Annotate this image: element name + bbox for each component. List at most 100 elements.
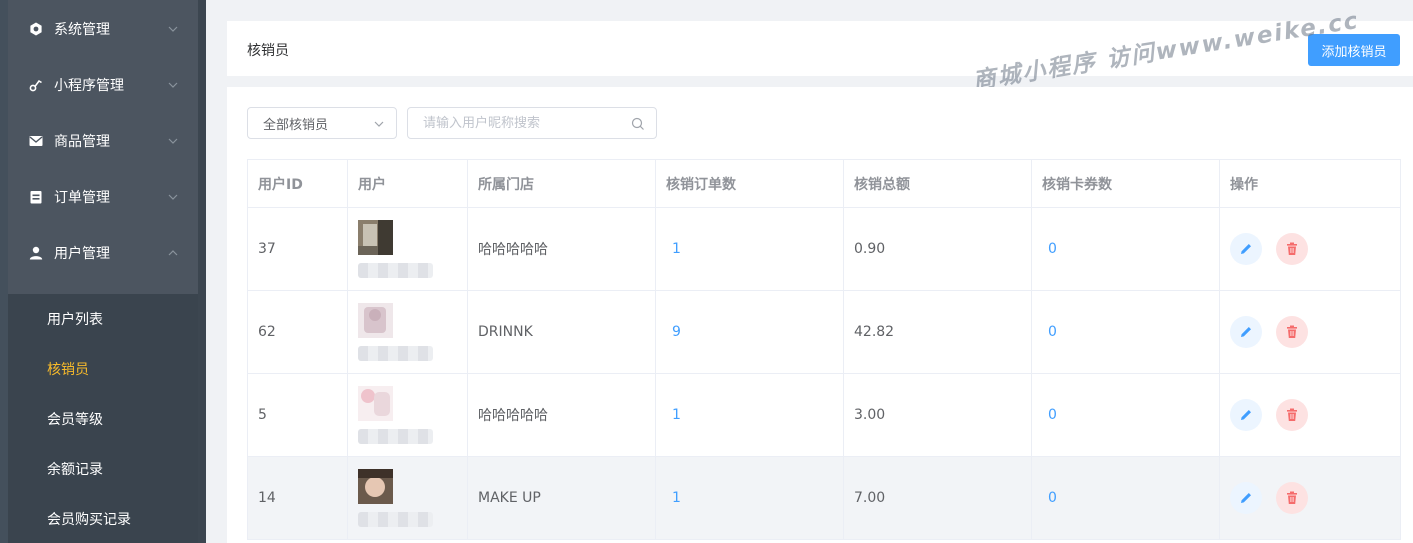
trash-icon bbox=[1287, 242, 1298, 255]
cell-total-amount: 0.90 bbox=[843, 207, 1032, 291]
cell-user-id: 37 bbox=[247, 207, 348, 291]
menu-orders[interactable]: 订单管理 bbox=[8, 169, 198, 225]
cell-total-amount: 3.00 bbox=[843, 373, 1032, 457]
submenu-label: 会员购买记录 bbox=[47, 512, 131, 528]
edit-button[interactable] bbox=[1230, 482, 1262, 514]
submenu-label: 用户列表 bbox=[47, 312, 103, 328]
column-header: 操作 bbox=[1219, 159, 1401, 208]
gear-icon bbox=[28, 21, 44, 37]
edit-button[interactable] bbox=[1230, 399, 1262, 431]
content-card: 全部核销员 用户ID 用户 所属门店 核销订单数 核销总额 核销卡券数 操作 3… bbox=[227, 87, 1413, 543]
select-value: 全部核销员 bbox=[263, 117, 329, 133]
pencil-icon bbox=[1241, 244, 1251, 254]
cell-actions bbox=[1219, 373, 1401, 457]
chevron-down-icon bbox=[168, 26, 178, 32]
search-icon[interactable] bbox=[631, 117, 645, 131]
mail-icon bbox=[28, 133, 44, 149]
search-input[interactable] bbox=[409, 109, 624, 137]
edit-button[interactable] bbox=[1230, 316, 1262, 348]
delete-button[interactable] bbox=[1276, 399, 1309, 431]
menu-label: 系统管理 bbox=[54, 22, 110, 38]
trash-icon bbox=[1287, 408, 1298, 421]
verifier-filter-select[interactable]: 全部核销员 bbox=[247, 107, 397, 139]
table-row: 37 哈哈哈哈哈 1 0.90 0 bbox=[247, 207, 1401, 291]
edit-button[interactable] bbox=[1230, 233, 1262, 265]
delete-button[interactable] bbox=[1276, 482, 1309, 514]
submenu-user-list[interactable]: 用户列表 bbox=[8, 294, 198, 344]
menu-label: 商品管理 bbox=[54, 134, 110, 150]
submenu-label: 会员等级 bbox=[47, 412, 103, 428]
submenu-label: 余额记录 bbox=[47, 462, 103, 478]
menu-label: 小程序管理 bbox=[54, 78, 124, 94]
pencil-icon bbox=[1241, 327, 1251, 337]
cell-user bbox=[347, 290, 468, 374]
cell-order-count[interactable]: 1 bbox=[655, 373, 844, 457]
link-icon bbox=[28, 77, 44, 93]
avatar bbox=[358, 386, 393, 421]
column-header: 核销卡券数 bbox=[1031, 159, 1220, 208]
menu-label: 订单管理 bbox=[54, 190, 110, 206]
trash-icon bbox=[1287, 325, 1298, 338]
cell-order-count[interactable]: 1 bbox=[655, 456, 844, 540]
cell-coupon-count[interactable]: 0 bbox=[1031, 290, 1220, 374]
column-header: 核销总额 bbox=[843, 159, 1032, 208]
chevron-down-icon bbox=[168, 82, 178, 88]
add-verifier-button[interactable]: 添加核销员 bbox=[1308, 34, 1400, 66]
cell-user-id: 62 bbox=[247, 290, 348, 374]
avatar bbox=[358, 220, 393, 255]
cell-coupon-count[interactable]: 0 bbox=[1031, 373, 1220, 457]
cell-total-amount: 42.82 bbox=[843, 290, 1032, 374]
avatar bbox=[358, 469, 393, 504]
trash-icon bbox=[1287, 491, 1298, 504]
cell-store: MAKE UP bbox=[467, 456, 656, 540]
menu-users[interactable]: 用户管理 bbox=[8, 225, 198, 281]
cell-coupon-count[interactable]: 0 bbox=[1031, 456, 1220, 540]
blurred-user-name bbox=[358, 512, 433, 527]
column-header: 用户 bbox=[347, 159, 468, 208]
menu-system[interactable]: 系统管理 bbox=[8, 1, 198, 57]
blurred-user-name bbox=[358, 429, 433, 444]
sidebar-scrollbar[interactable] bbox=[198, 0, 206, 543]
page-header: 核销员 添加核销员 bbox=[227, 21, 1413, 76]
table-row: 62 DRINNK 9 42.82 0 bbox=[247, 290, 1401, 374]
search-box bbox=[407, 107, 657, 139]
table-row: 14 MAKE UP 1 7.00 0 bbox=[247, 456, 1401, 540]
cell-user bbox=[347, 456, 468, 540]
blurred-user-name bbox=[358, 346, 433, 361]
clipboard-icon bbox=[28, 189, 44, 205]
menu-label: 用户管理 bbox=[54, 246, 110, 262]
chevron-down-icon bbox=[168, 194, 178, 200]
table-row: 5 哈哈哈哈哈 1 3.00 0 bbox=[247, 373, 1401, 457]
page-title: 核销员 bbox=[247, 43, 289, 59]
cell-user bbox=[347, 373, 468, 457]
cell-store: 哈哈哈哈哈 bbox=[467, 373, 656, 457]
sidebar: 系统管理 小程序管理 商品管理 订单管理 用户管理 用户列表 核销员 会员等级 … bbox=[0, 0, 206, 543]
cell-user bbox=[347, 207, 468, 291]
cell-store: 哈哈哈哈哈 bbox=[467, 207, 656, 291]
cell-user-id: 14 bbox=[247, 456, 348, 540]
user-icon bbox=[28, 245, 44, 261]
column-header: 所属门店 bbox=[467, 159, 656, 208]
submenu-member-level[interactable]: 会员等级 bbox=[8, 394, 198, 444]
submenu-label: 核销员 bbox=[47, 362, 89, 378]
cell-coupon-count[interactable]: 0 bbox=[1031, 207, 1220, 291]
delete-button[interactable] bbox=[1276, 316, 1309, 348]
column-header: 核销订单数 bbox=[655, 159, 844, 208]
column-header: 用户ID bbox=[247, 159, 348, 208]
cell-actions bbox=[1219, 290, 1401, 374]
table-header-row: 用户ID 用户 所属门店 核销订单数 核销总额 核销卡券数 操作 bbox=[247, 159, 1401, 208]
submenu-verifier[interactable]: 核销员 bbox=[8, 344, 198, 394]
chevron-down-icon bbox=[168, 138, 178, 144]
cell-actions bbox=[1219, 456, 1401, 540]
pencil-icon bbox=[1241, 410, 1251, 420]
cell-order-count[interactable]: 1 bbox=[655, 207, 844, 291]
menu-goods[interactable]: 商品管理 bbox=[8, 113, 198, 169]
submenu-member-purchase[interactable]: 会员购买记录 bbox=[8, 494, 198, 543]
cell-user-id: 5 bbox=[247, 373, 348, 457]
chevron-down-icon bbox=[374, 121, 384, 127]
cell-order-count[interactable]: 9 bbox=[655, 290, 844, 374]
delete-button[interactable] bbox=[1276, 233, 1309, 265]
chevron-up-icon bbox=[168, 250, 178, 256]
submenu-balance-record[interactable]: 余额记录 bbox=[8, 444, 198, 494]
menu-miniprogram[interactable]: 小程序管理 bbox=[8, 57, 198, 113]
